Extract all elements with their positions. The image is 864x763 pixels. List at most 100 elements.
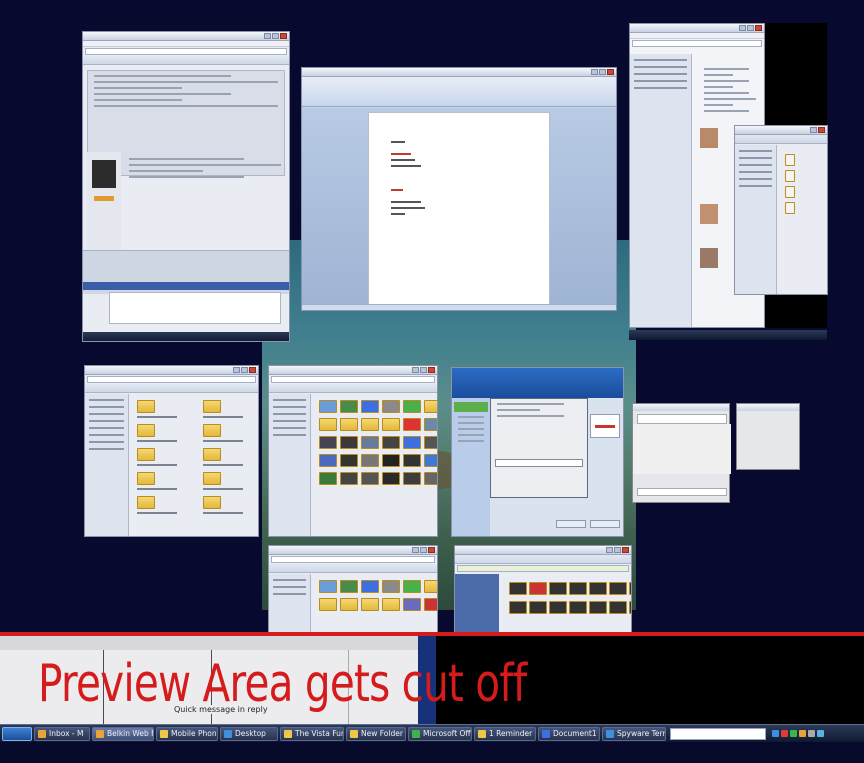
- tray-icon[interactable]: [817, 730, 824, 737]
- taskbar-button[interactable]: Desktop: [220, 726, 278, 741]
- forum-user-panel: [87, 152, 121, 252]
- spyware-status-box: [590, 414, 620, 438]
- taskbar: Inbox - M Belkin Web Forum Mobile Phone Fi…: [0, 724, 864, 742]
- taskbar-app-icon: [478, 729, 486, 738]
- contact-photo: [700, 248, 718, 268]
- window-thumb-desktop-folder[interactable]: [268, 365, 438, 537]
- taskbar-button-label: Inbox - M: [49, 729, 84, 738]
- taskbar-button[interactable]: Spyware Termin...: [602, 726, 666, 741]
- word-ribbon: [302, 77, 616, 107]
- window-thumb-explorer-bottom-left[interactable]: [268, 545, 438, 633]
- spyware-button: [590, 520, 620, 528]
- tray-icon[interactable]: [772, 730, 779, 737]
- window-titlebar: [737, 404, 799, 411]
- reminder-list: [633, 424, 731, 474]
- screen-bottom-edge: [0, 742, 864, 763]
- window-thumb-explorer-right[interactable]: [734, 125, 828, 295]
- taskbar-app-icon: [284, 729, 292, 738]
- taskbar-button[interactable]: Belkin Web Forum: [92, 726, 154, 741]
- window-address-bar: [632, 40, 762, 47]
- word-document-page: [368, 112, 550, 308]
- messenger-sidepane: [630, 54, 692, 327]
- spyware-header: [452, 368, 623, 398]
- rank-badge: [94, 196, 114, 201]
- contact-photo: [700, 128, 718, 148]
- explorer-sidepane: [269, 574, 311, 632]
- window-toolbar: [269, 384, 437, 393]
- window-taskbar-mirror: [83, 332, 289, 341]
- annotation-line: [0, 632, 864, 636]
- window-taskbar-mirror: [629, 330, 827, 340]
- taskbar-app-icon: [160, 729, 168, 738]
- window-address-bar: [271, 556, 435, 563]
- tray-icon[interactable]: [790, 730, 797, 737]
- window-toolbar: [455, 555, 631, 564]
- taskbar-app-icon: [38, 729, 46, 738]
- spyware-button: [556, 520, 586, 528]
- explorer-sidepane: [85, 394, 129, 536]
- tray-icon[interactable]: [799, 730, 806, 737]
- taskbar-button[interactable]: New Folder: [346, 726, 406, 741]
- window-thumb-dialog[interactable]: [736, 403, 800, 470]
- taskbar-app-icon: [224, 729, 232, 738]
- taskbar-button-label: New Folder: [361, 729, 403, 738]
- taskbar-button-label: Spyware Termin...: [617, 729, 665, 738]
- taskbar-app-icon: [542, 729, 550, 738]
- window-address-bar: [87, 376, 256, 383]
- window-titlebar: [85, 366, 258, 375]
- tray-icon[interactable]: [781, 730, 788, 737]
- window-toolbar: [735, 135, 827, 144]
- taskbar-button-label: Mobile Phone Files: [171, 729, 217, 738]
- taskbar-app-icon: [350, 729, 358, 738]
- desktop-screen: Quick message in reply Preview Area gets…: [0, 0, 864, 763]
- annotation-text: Preview Area gets cut off: [38, 654, 527, 714]
- spyware-scan-dialog: [490, 398, 588, 498]
- window-titlebar: [630, 24, 764, 33]
- window-menubar: [630, 33, 764, 39]
- explorer-sidepane: [455, 574, 499, 632]
- taskbar-button-label: Desktop: [235, 729, 266, 738]
- taskbar-button[interactable]: The Vista Fun Folders: [280, 726, 344, 741]
- window-thumb-spyware-terminator[interactable]: [451, 367, 624, 537]
- explorer-icon-grid: [313, 574, 437, 617]
- taskbar-app-icon: [412, 729, 420, 738]
- start-button[interactable]: [2, 726, 32, 741]
- window-thumb-explorer-bottom-right[interactable]: [454, 545, 632, 633]
- explorer-icon-grid: [503, 576, 631, 620]
- taskbar-button-label: Document1 - Mic...: [553, 729, 599, 738]
- window-titlebar: [269, 366, 437, 375]
- taskbar-app-icon: [96, 729, 104, 738]
- taskbar-button[interactable]: Inbox - M: [34, 726, 90, 741]
- taskbar-search-input[interactable]: [670, 727, 766, 740]
- window-titlebar: [455, 546, 631, 555]
- window-toolbar: [85, 384, 258, 393]
- contact-photo: [700, 204, 718, 224]
- window-titlebar: [83, 32, 289, 41]
- taskbar-button-label: The Vista Fun Folders: [295, 729, 343, 738]
- taskbar-button[interactable]: Document1 - Mic...: [538, 726, 600, 741]
- explorer-file-grid: [781, 150, 799, 218]
- taskbar-button[interactable]: Microsoft Office: [408, 726, 472, 741]
- taskbar-button[interactable]: 1 Reminder: [474, 726, 536, 741]
- spyware-sidebar: [452, 398, 490, 536]
- explorer-sidepane: [269, 394, 311, 536]
- avatar: [92, 160, 116, 188]
- window-toolbar: [83, 56, 289, 65]
- window-titlebar: [735, 126, 827, 135]
- window-thumb-explorer-folders[interactable]: [84, 365, 259, 537]
- window-address-bar: [457, 565, 629, 572]
- forum-reply-text: [123, 154, 287, 244]
- taskbar-button-label: Microsoft Office: [423, 729, 471, 738]
- taskbar-app-icon: [606, 729, 614, 738]
- explorer-sidepane: [735, 145, 777, 294]
- word-statusbar: [302, 304, 616, 310]
- window-address-bar: [85, 48, 287, 55]
- window-thumb-word[interactable]: [301, 67, 617, 311]
- taskbar-button[interactable]: Mobile Phone Files: [156, 726, 218, 741]
- window-menubar: [83, 41, 289, 47]
- desktop-icon-grid: [313, 394, 437, 491]
- window-thumb-reminder[interactable]: [632, 403, 731, 503]
- window-titlebar: [633, 404, 729, 411]
- tray-icon[interactable]: [808, 730, 815, 737]
- window-thumb-forum-browser[interactable]: [82, 31, 290, 342]
